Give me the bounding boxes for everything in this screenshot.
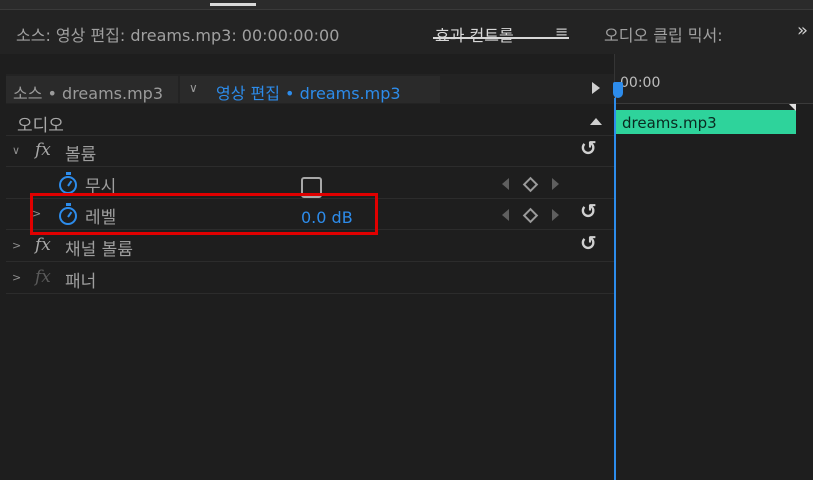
add-keyframe-icon[interactable] [522, 176, 539, 193]
source-clip-label: 소스 • dreams.mp3 [13, 84, 164, 103]
play-icon[interactable] [592, 82, 600, 94]
prev-keyframe-icon[interactable] [502, 178, 509, 190]
effect-row-volume[interactable]: ∨ fx 볼륨 ↺ [6, 136, 614, 167]
stopwatch-icon[interactable] [59, 172, 77, 194]
reset-icon[interactable]: ↺ [580, 136, 597, 160]
fx-icon[interactable]: fx [35, 235, 51, 255]
active-panel-indicator [210, 3, 256, 6]
playhead-icon[interactable] [613, 82, 623, 98]
ruler-timecode: 00:00 [620, 75, 661, 91]
panel-tab-bar: 소스: 영상 편집: dreams.mp3: 00:00:00:00 효과 컨트… [0, 10, 813, 54]
next-keyframe-icon[interactable] [552, 209, 559, 221]
chevron-down-icon[interactable]: ∨ [189, 81, 198, 95]
effect-name: 패너 [65, 272, 97, 292]
next-keyframe-icon[interactable] [552, 178, 559, 190]
playhead-line[interactable] [614, 98, 616, 480]
fx-icon[interactable]: fx [35, 267, 51, 287]
overflow-icon[interactable]: » [797, 20, 808, 41]
tab-effect-controls[interactable]: 효과 컨트롤 [435, 22, 514, 46]
effect-row-panner[interactable]: > fx 패너 [6, 263, 614, 294]
prev-keyframe-icon[interactable] [502, 209, 509, 221]
active-tab-underline [433, 37, 569, 39]
effect-name: 채널 볼륨 [65, 240, 133, 260]
tab-audio-clip-mixer[interactable]: 오디오 클립 믹서: [604, 22, 723, 46]
reset-icon[interactable]: ↺ [580, 231, 597, 255]
chevron-down-icon[interactable]: ∨ [12, 144, 20, 157]
effect-name: 볼륨 [65, 145, 97, 165]
audio-section-label: 오디오 [17, 116, 64, 136]
fx-icon[interactable]: fx [35, 140, 51, 160]
sequence-clip-label: 영상 편집 • dreams.mp3 [216, 84, 401, 103]
chevron-right-icon[interactable]: > [12, 239, 21, 252]
effect-row-channel-volume[interactable]: > fx 채널 볼륨 ↺ [6, 231, 614, 262]
add-keyframe-icon[interactable] [522, 207, 539, 224]
chevron-right-icon[interactable]: > [12, 271, 21, 284]
collapse-up-icon[interactable] [590, 118, 602, 125]
reset-icon[interactable]: ↺ [580, 199, 597, 223]
ruler-baseline [615, 103, 813, 104]
tab-source-monitor[interactable]: 소스: 영상 편집: dreams.mp3: 00:00:00:00 [16, 22, 339, 46]
clip-name: dreams.mp3 [622, 114, 717, 132]
highlight-box [30, 193, 378, 235]
clip-end-marker [789, 104, 796, 111]
audio-section-header [6, 105, 614, 136]
